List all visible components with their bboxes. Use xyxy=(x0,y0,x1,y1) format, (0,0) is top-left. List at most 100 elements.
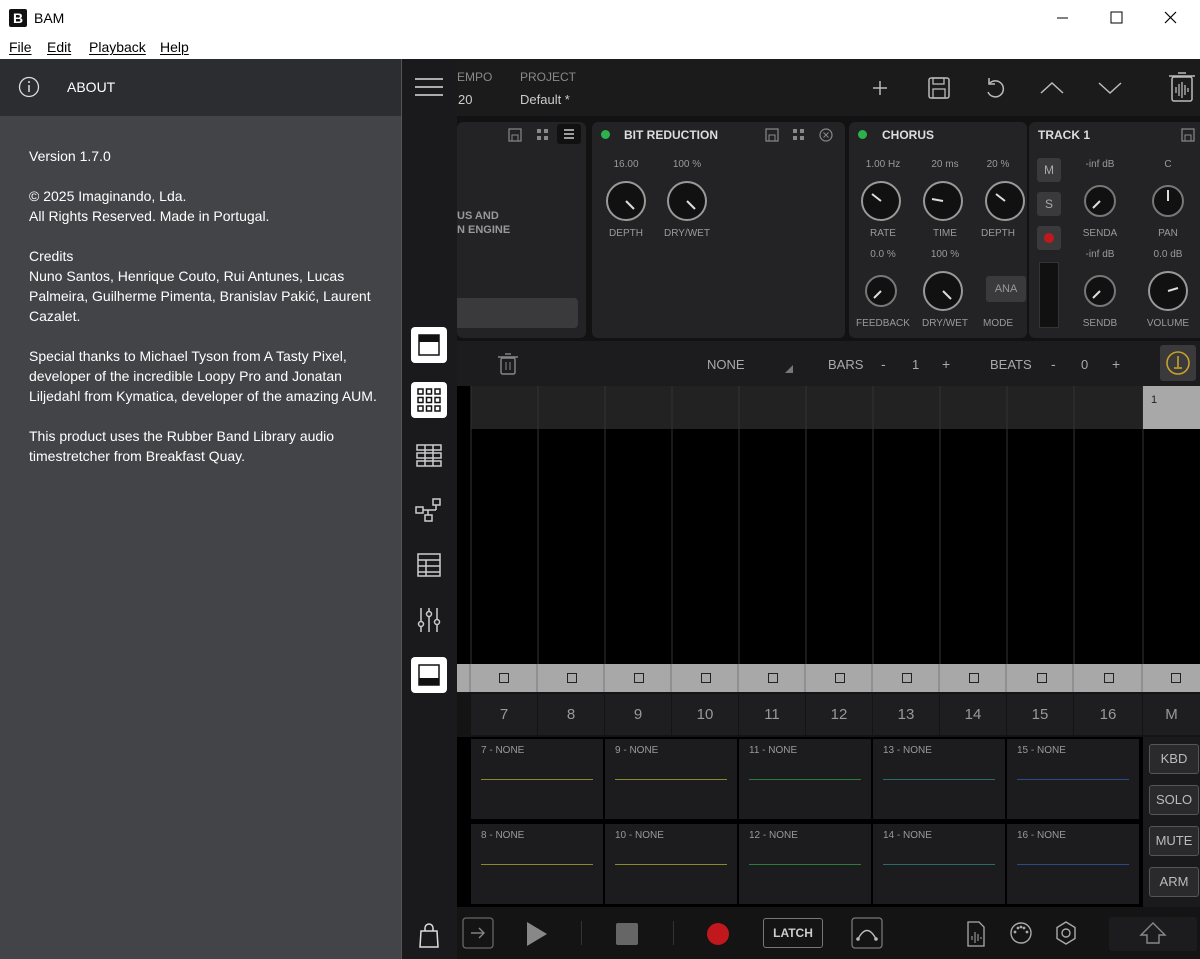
routing-icon[interactable] xyxy=(411,492,447,528)
chorus-depth-knob[interactable] xyxy=(984,180,1026,222)
pan-knob[interactable] xyxy=(1147,180,1189,222)
sendb-knob[interactable] xyxy=(1079,270,1121,312)
save-preset-icon[interactable] xyxy=(763,126,781,144)
clip-slot[interactable]: 13 - NONE xyxy=(873,739,1005,819)
arm-mode-button[interactable]: ARM xyxy=(1149,867,1199,897)
mute-button[interactable]: M xyxy=(1037,158,1061,182)
stop-clip-12[interactable] xyxy=(835,673,845,683)
bottom-panel-toggle-icon[interactable] xyxy=(411,657,447,693)
store-bag-icon[interactable] xyxy=(411,917,447,953)
chevron-up-icon[interactable] xyxy=(1037,75,1067,101)
clip-slot[interactable]: 10 - NONE xyxy=(605,824,737,904)
stop-clip-11[interactable] xyxy=(768,673,778,683)
stop-clip-14[interactable] xyxy=(969,673,979,683)
menu-file[interactable]: File xyxy=(9,39,32,55)
track-number-15[interactable]: 15 xyxy=(1007,694,1073,735)
mute-mode-button[interactable]: MUTE xyxy=(1149,826,1199,856)
stop-clip-8[interactable] xyxy=(567,673,577,683)
clip-slot[interactable]: 14 - NONE xyxy=(873,824,1005,904)
clip-grid-icon[interactable] xyxy=(411,382,447,418)
bars-minus-button[interactable]: - xyxy=(881,356,886,372)
partial-slot-button[interactable] xyxy=(457,298,578,328)
save-preset-icon[interactable] xyxy=(1179,126,1197,144)
stop-clip-13[interactable] xyxy=(902,673,912,683)
track-number-14[interactable]: 14 xyxy=(940,694,1006,735)
depth-knob[interactable] xyxy=(605,180,647,222)
clip-slot[interactable]: 12 - NONE xyxy=(739,824,871,904)
enabled-led[interactable] xyxy=(601,130,610,139)
stop-clip-7[interactable] xyxy=(499,673,509,683)
stop-button[interactable] xyxy=(616,923,638,945)
clip-slot[interactable]: 15 - NONE xyxy=(1007,739,1139,819)
clip-slot[interactable]: 11 - NONE xyxy=(739,739,871,819)
clip-slot[interactable]: 8 - NONE xyxy=(471,824,603,904)
chorus-drywet-knob[interactable] xyxy=(922,270,964,312)
track-master[interactable]: M xyxy=(1143,694,1200,735)
beats-minus-button[interactable]: - xyxy=(1051,356,1056,372)
tempo-value[interactable]: 20 xyxy=(458,92,472,107)
solo-button[interactable]: S xyxy=(1037,192,1061,216)
grid-icon[interactable] xyxy=(790,126,808,144)
track-number-7[interactable]: 7 xyxy=(471,694,537,735)
track-number-8[interactable]: 8 xyxy=(538,694,604,735)
record-button[interactable] xyxy=(707,923,729,945)
clip-slot[interactable]: 16 - NONE xyxy=(1007,824,1139,904)
stop-clip-10[interactable] xyxy=(701,673,711,683)
volume-knob[interactable] xyxy=(1147,270,1189,312)
clip-slot[interactable]: 7 - NONE xyxy=(471,739,603,819)
top-panel-toggle-icon[interactable] xyxy=(411,327,447,363)
track-number-10[interactable]: 10 xyxy=(672,694,738,735)
list-menu-button[interactable] xyxy=(557,124,581,144)
pattern-select[interactable]: NONE xyxy=(707,357,745,372)
stop-clip-9[interactable] xyxy=(634,673,644,683)
track-number-13[interactable]: 13 xyxy=(873,694,939,735)
rate-knob[interactable] xyxy=(860,180,902,222)
beats-plus-button[interactable]: + xyxy=(1112,356,1120,372)
time-knob[interactable] xyxy=(922,180,964,222)
stop-clip-15[interactable] xyxy=(1037,673,1047,683)
maximize-button[interactable] xyxy=(1089,0,1143,36)
trash-icon[interactable] xyxy=(495,351,521,377)
midi-icon[interactable] xyxy=(1007,919,1035,947)
track-number-16[interactable]: 16 xyxy=(1074,694,1142,735)
close-button[interactable] xyxy=(1143,0,1197,36)
drywet-knob[interactable] xyxy=(666,180,708,222)
senda-knob[interactable] xyxy=(1079,180,1121,222)
automation-curve-icon[interactable] xyxy=(851,917,883,949)
save-preset-icon[interactable] xyxy=(506,126,524,144)
stop-clip-master[interactable] xyxy=(1171,673,1181,683)
track-number-12[interactable]: 12 xyxy=(806,694,872,735)
menu-help[interactable]: Help xyxy=(160,39,189,55)
undo-icon[interactable] xyxy=(981,75,1011,101)
menu-playback[interactable]: Playback xyxy=(89,39,146,55)
bars-plus-button[interactable]: + xyxy=(942,356,950,372)
metronome-button[interactable] xyxy=(1160,345,1196,381)
grid-cell-1[interactable]: 1 xyxy=(1151,394,1157,406)
latch-button[interactable]: LATCH xyxy=(763,918,823,948)
sequencer-icon[interactable] xyxy=(411,437,447,473)
mode-button[interactable]: ANA xyxy=(986,276,1026,302)
track-number-11[interactable]: 11 xyxy=(739,694,805,735)
settings-icon[interactable] xyxy=(1052,919,1080,947)
menu-edit[interactable]: Edit xyxy=(47,39,71,55)
trash-waveform-icon[interactable] xyxy=(1165,70,1199,104)
hamburger-menu-icon[interactable] xyxy=(411,69,447,105)
follow-action-icon[interactable] xyxy=(462,917,494,949)
project-value[interactable]: Default * xyxy=(520,92,570,107)
grid-icon[interactable] xyxy=(534,126,552,144)
enabled-led[interactable] xyxy=(858,130,867,139)
kbd-button[interactable]: KBD xyxy=(1149,744,1199,774)
save-icon[interactable] xyxy=(924,75,954,101)
list-view-icon[interactable] xyxy=(411,547,447,583)
minimize-button[interactable] xyxy=(1035,0,1089,36)
add-icon[interactable] xyxy=(865,75,895,101)
close-effect-icon[interactable] xyxy=(817,126,835,144)
stop-clip-16[interactable] xyxy=(1104,673,1114,683)
expand-up-button[interactable] xyxy=(1109,917,1197,951)
play-icon[interactable] xyxy=(521,919,551,949)
audio-file-icon[interactable] xyxy=(963,919,989,949)
chevron-down-icon[interactable] xyxy=(1095,75,1125,101)
clip-slot[interactable]: 9 - NONE xyxy=(605,739,737,819)
feedback-knob[interactable] xyxy=(860,270,902,312)
solo-mode-button[interactable]: SOLO xyxy=(1149,785,1199,815)
